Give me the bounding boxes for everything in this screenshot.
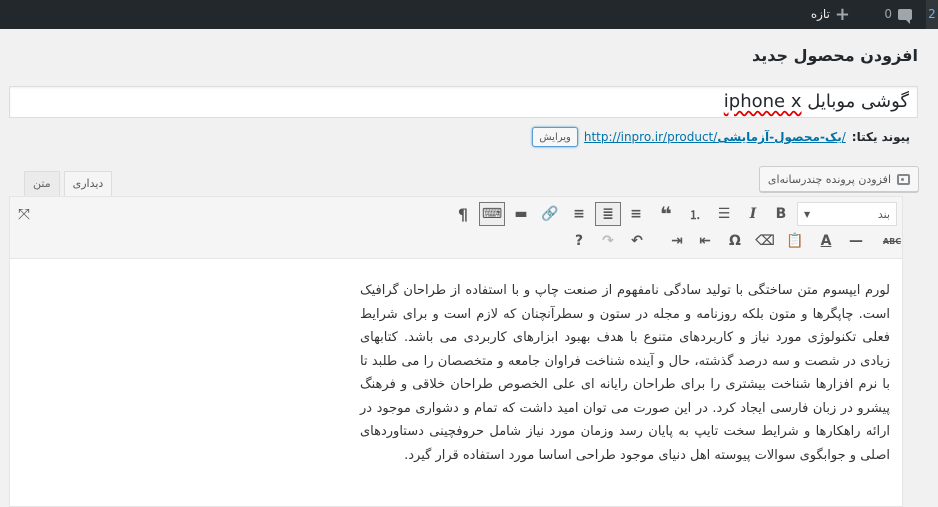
fullscreen-icon[interactable]: ⤧ xyxy=(18,205,30,223)
strikethrough-icon[interactable]: ABC xyxy=(879,229,902,253)
add-media-label: افزودن پرونده چندرسانه‌ای xyxy=(767,172,891,186)
comments-count: 0 xyxy=(884,7,892,21)
redo-icon[interactable]: ↷ xyxy=(595,229,621,253)
admin-bar: 2 0 + تازه xyxy=(0,0,938,29)
blockquote-icon[interactable]: ❝ xyxy=(653,202,679,226)
permalink-row: پیوند یکتا: http://inpro.ir/product/یک-م… xyxy=(532,126,910,148)
italic-icon[interactable]: I xyxy=(740,202,766,226)
permalink-slug: یک-محصول-آزمایشی xyxy=(717,130,842,144)
title-input[interactable]: گوشی موبایل iphone x xyxy=(9,86,918,118)
link-icon[interactable]: 🔗 xyxy=(537,202,563,226)
paragraph-icon[interactable]: ¶ xyxy=(450,202,476,226)
undo-icon[interactable]: ↶ xyxy=(624,229,650,253)
align-right-icon[interactable]: ≡ xyxy=(566,202,592,226)
plus-icon: + xyxy=(834,4,850,25)
text-color-icon[interactable]: A xyxy=(813,229,839,253)
permalink-edit-button[interactable]: ویرایش xyxy=(532,127,578,147)
bullet-list-icon[interactable]: ☰ xyxy=(711,202,737,226)
permalink-label: پیوند یکتا: xyxy=(851,130,910,144)
permalink-link[interactable]: http://inpro.ir/product/یک-محصول-آزمایشی… xyxy=(584,130,846,144)
special-character-icon[interactable]: Ω xyxy=(722,229,748,253)
comments-menu[interactable]: 0 xyxy=(884,0,912,29)
editor-content[interactable]: لورم ایپسوم متن ساختگی با تولید سادگی نا… xyxy=(360,279,890,467)
admin-bar-corner-item[interactable]: 2 xyxy=(926,0,938,29)
indent-icon[interactable]: ⇥ xyxy=(664,229,690,253)
read-more-icon[interactable]: ▬ xyxy=(508,202,534,226)
format-select-value: بند xyxy=(877,207,890,221)
format-select[interactable]: بند ▼ xyxy=(797,202,897,226)
add-media-button[interactable]: افزودن پرونده چندرسانه‌ای xyxy=(758,166,919,192)
editor-toolbar: ⤧ بند ▼ B I ☰ ⒈ ❝ ≡ ≣ ≡ 🔗 ▬ ⌨ ¶ ABC — A … xyxy=(10,197,902,259)
editor: ⤧ بند ▼ B I ☰ ⒈ ❝ ≡ ≣ ≡ 🔗 ▬ ⌨ ¶ ABC — A … xyxy=(9,196,903,507)
media-icon xyxy=(897,173,910,185)
editor-tabs: متن دیداری xyxy=(24,171,116,196)
clear-formatting-icon[interactable]: ⌫ xyxy=(752,229,778,253)
horizontal-line-icon[interactable]: — xyxy=(843,229,869,253)
toolbar-toggle-icon[interactable]: ⌨ xyxy=(479,202,505,226)
page-title: افزودن محصول جدید xyxy=(751,46,918,65)
title-value-latin: iphone x xyxy=(723,91,802,112)
outdent-icon[interactable]: ⇤ xyxy=(692,229,718,253)
numbered-list-icon[interactable]: ⒈ xyxy=(682,202,708,226)
paste-text-icon[interactable]: 📋 xyxy=(782,229,808,253)
tab-visual[interactable]: دیداری xyxy=(63,171,113,196)
new-content-label: تازه xyxy=(810,7,830,21)
bold-icon[interactable]: B xyxy=(768,202,794,226)
new-content-menu[interactable]: + تازه xyxy=(811,0,850,29)
align-center-icon[interactable]: ≣ xyxy=(595,202,621,226)
comment-bubble-icon xyxy=(898,9,912,24)
permalink-url-base: http://inpro.ir/product/ xyxy=(583,130,718,144)
align-left-icon[interactable]: ≡ xyxy=(623,202,649,226)
permalink-url-end: / xyxy=(841,130,846,144)
chevron-down-icon: ▼ xyxy=(804,209,811,219)
help-icon[interactable]: ? xyxy=(566,229,592,253)
title-value-fa: گوشی موبایل xyxy=(807,91,909,112)
tab-text[interactable]: متن xyxy=(24,171,60,196)
